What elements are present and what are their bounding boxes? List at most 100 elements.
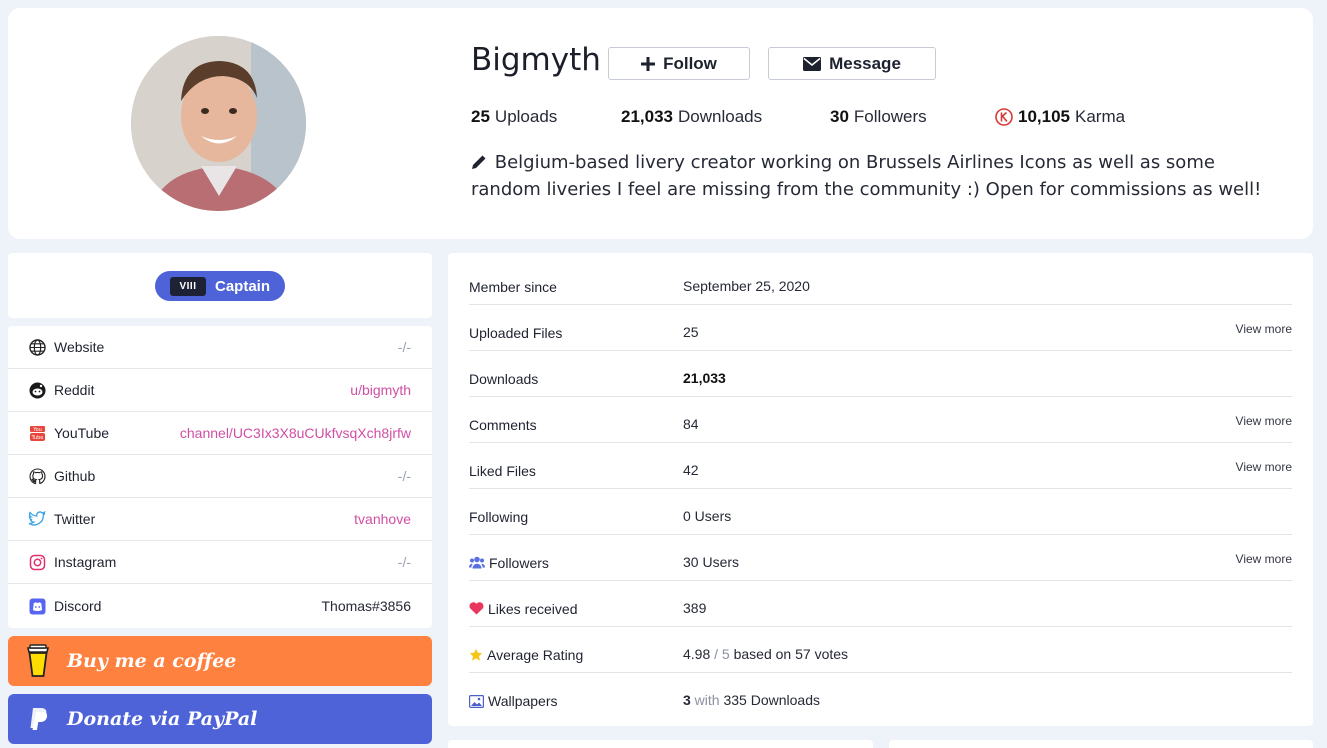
social-links: Website -/- Reddit u/bigmyth You Tube You… (8, 326, 432, 628)
social-label: Website (54, 339, 105, 355)
rank-numeral: VIII (170, 276, 206, 296)
envelope-icon (803, 56, 822, 71)
social-row-discord: Discord Thomas#3856 (8, 584, 432, 628)
rating-max: 5 (721, 645, 730, 662)
message-button[interactable]: Message (768, 47, 936, 80)
wallpapers-label: Wallpapers (488, 693, 558, 709)
social-row-website: Website -/- (8, 326, 432, 369)
info-row-following: Following 0 Users (469, 489, 1292, 535)
info-row-member-since: Member since September 25, 2020 (469, 259, 1292, 305)
view-more-liked-link[interactable]: View more (1236, 443, 1292, 488)
info-row-comments: Comments 84 View more (469, 397, 1292, 443)
bio-text: Belgium-based livery creator working on … (471, 152, 1262, 200)
view-more-comments-link[interactable]: View more (1236, 397, 1292, 442)
paypal-label: Donate via PayPal (67, 708, 258, 730)
globe-icon (28, 338, 46, 356)
bottom-card-left (448, 740, 873, 748)
followers-label: Followers (489, 554, 549, 571)
stat-label: Followers (853, 107, 927, 126)
rank-badge[interactable]: VIII Captain (155, 271, 285, 301)
karma-icon (995, 108, 1013, 126)
info-label: Liked Files (469, 462, 536, 479)
twitter-link[interactable]: tvanhove (354, 511, 411, 527)
info-row-followers: Followers 30 Users View more (469, 535, 1292, 581)
instagram-icon (28, 553, 46, 571)
rating-score: 4.98 (683, 645, 711, 662)
stat-label: Downloads (678, 107, 763, 126)
reddit-icon (28, 381, 46, 399)
rank-card: VIII Captain (8, 253, 432, 318)
info-label: Likes received (469, 581, 578, 626)
youtube-link[interactable]: channel/UC3Ix3X8uCUkfvsqXch8jrfw (180, 425, 411, 441)
social-label: Discord (54, 598, 102, 614)
users-icon (469, 556, 485, 569)
stat-value: 25 (471, 107, 490, 126)
wallpapers-value: 3 with 335 Downloads (683, 673, 820, 719)
info-label: Following (469, 508, 529, 525)
svg-text:Tube: Tube (30, 435, 43, 441)
social-value: -/- (397, 468, 411, 484)
stat-value: 21,033 (621, 107, 673, 126)
info-row-average-rating: Average Rating 4.98 / 5 based on 57 vote… (469, 627, 1292, 673)
info-label: Downloads (469, 370, 539, 387)
info-row-wallpapers: Wallpapers 3 with 335 Downloads (469, 673, 1292, 719)
info-label: Member since (469, 278, 557, 295)
wallpapers-with: with (690, 692, 724, 708)
star-icon (469, 648, 483, 661)
avatar[interactable] (131, 36, 306, 211)
likes-received-value: 389 (683, 599, 707, 616)
twitter-icon (28, 510, 46, 528)
info-label: Comments (469, 416, 537, 433)
info-label: Average Rating (469, 627, 583, 672)
social-row-github: Github -/- (8, 455, 432, 498)
following-value: 0 Users (683, 507, 732, 524)
social-row-instagram: Instagram -/- (8, 541, 432, 584)
bio: Belgium-based livery creator working on … (471, 149, 1281, 203)
buy-me-a-coffee-button[interactable]: Buy me a coffee (8, 636, 432, 686)
discord-icon (28, 597, 46, 615)
stat-value: 30 (830, 107, 849, 126)
average-rating-value: 4.98 / 5 based on 57 votes (683, 627, 848, 672)
rating-votes: based on 57 votes (729, 645, 849, 662)
social-label: Instagram (54, 554, 117, 570)
social-row-reddit: Reddit u/bigmyth (8, 369, 432, 412)
message-label: Message (829, 53, 901, 73)
follow-label: Follow (663, 53, 717, 73)
average-rating-label: Average Rating (487, 646, 584, 663)
coffee-label: Buy me a coffee (67, 650, 237, 672)
github-icon (28, 467, 46, 485)
stat-followers[interactable]: 30 Followers (830, 107, 927, 127)
stat-karma: 10,105 Karma (995, 107, 1125, 127)
view-more-uploads-link[interactable]: View more (1236, 305, 1292, 350)
likes-received-label: Likes received (488, 600, 578, 617)
rank-title: Captain (215, 277, 271, 295)
image-icon (469, 694, 484, 708)
rating-separator: / (710, 645, 722, 662)
pencil-icon (472, 155, 486, 169)
wallpapers-downloads: 335 Downloads (723, 692, 820, 708)
bottom-card-right (889, 740, 1313, 748)
youtube-icon: You Tube (28, 424, 46, 442)
social-row-twitter: Twitter tvanhove (8, 498, 432, 541)
info-label: Wallpapers (469, 673, 558, 719)
profile-info-table: Member since September 25, 2020 Uploaded… (448, 253, 1313, 726)
comments-value: 84 (683, 415, 699, 432)
stat-label: Karma (1075, 107, 1126, 126)
coffee-cup-icon (24, 644, 52, 678)
info-row-liked-files: Liked Files 42 View more (469, 443, 1292, 489)
info-row-downloads: Downloads 21,033 (469, 351, 1292, 397)
info-row-uploaded-files: Uploaded Files 25 View more (469, 305, 1292, 351)
follow-button[interactable]: Follow (608, 47, 750, 80)
paypal-icon (24, 702, 52, 736)
stat-downloads: 21,033 Downloads (621, 107, 762, 127)
stat-uploads[interactable]: 25 Uploads (471, 107, 557, 127)
downloads-value: 21,033 (683, 369, 726, 386)
social-label: YouTube (54, 425, 110, 441)
reddit-link[interactable]: u/bigmyth (350, 382, 411, 398)
heart-icon (469, 602, 484, 615)
info-label: Uploaded Files (469, 324, 563, 341)
donate-paypal-button[interactable]: Donate via PayPal (8, 694, 432, 744)
view-more-followers-link[interactable]: View more (1236, 535, 1292, 580)
uploaded-files-value: 25 (683, 323, 699, 340)
stat-value: 10,105 (1018, 107, 1070, 126)
